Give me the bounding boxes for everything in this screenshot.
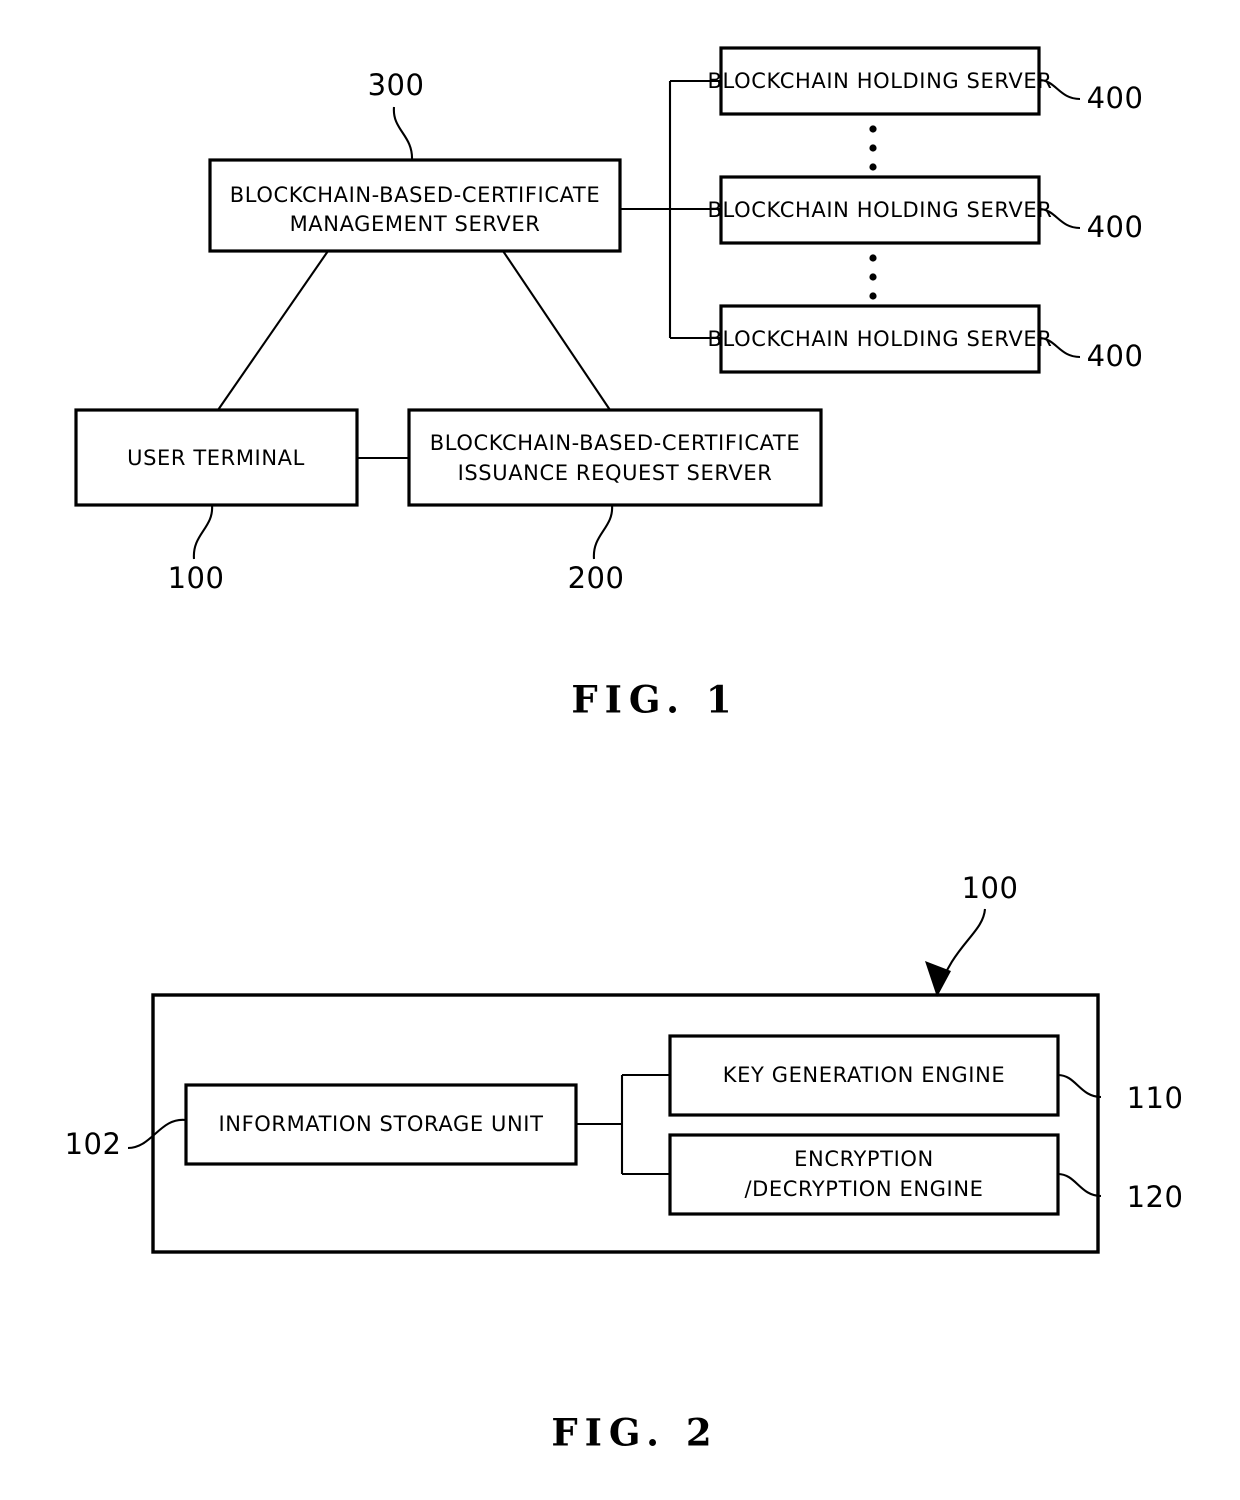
key-generation-engine-label: KEY GENERATION ENGINE (723, 1063, 1006, 1087)
ref-label-102: 102 (65, 1127, 122, 1161)
issuance-request-server-box[interactable] (407, 408, 823, 507)
patent-drawing-sheet: BLOCKCHAIN-BASED-CERTIFICATE MANAGEMENT … (0, 0, 1240, 1500)
figure-1-caption: FIG. 1 (571, 678, 738, 722)
blockchain-holding-server-label-3: BLOCKCHAIN HOLDING SERVER (708, 327, 1053, 351)
ref-label-400-3: 400 (1087, 339, 1144, 373)
vertical-ellipsis-lower (869, 254, 877, 300)
ref-label-300: 300 (368, 68, 425, 102)
management-server-label-line1: BLOCKCHAIN-BASED-CERTIFICATE (230, 183, 600, 207)
information-storage-unit-label: INFORMATION STORAGE UNIT (218, 1112, 543, 1136)
connector-management-to-user-terminal (217, 250, 329, 411)
ref-label-110: 110 (1127, 1081, 1184, 1115)
leader-line-200 (592, 504, 614, 560)
figure-2: 100 INFORMATION STORAGE UNIT 102 KEY GEN… (65, 871, 1184, 1455)
issuance-request-server-label-line2: ISSUANCE REQUEST SERVER (458, 461, 773, 485)
ref-label-400-1: 400 (1087, 81, 1144, 115)
ref-label-100-fig1: 100 (168, 561, 225, 595)
encryption-decryption-engine-label-line2: /DECRYPTION ENGINE (744, 1177, 983, 1201)
ref-label-100-fig2: 100 (962, 871, 1019, 905)
figures-canvas: BLOCKCHAIN-BASED-CERTIFICATE MANAGEMENT … (65, 46, 1184, 1455)
blockchain-holding-server-label-2: BLOCKCHAIN HOLDING SERVER (708, 198, 1053, 222)
connector-management-to-issuance-server (502, 250, 611, 411)
ref-label-200: 200 (568, 561, 625, 595)
leader-arrowhead-100 (925, 961, 951, 997)
ref-label-400-2: 400 (1087, 210, 1144, 244)
ref-label-120: 120 (1127, 1180, 1184, 1214)
leader-line-100-fig1 (192, 504, 214, 560)
user-terminal-label: USER TERMINAL (127, 446, 305, 470)
figure-2-caption: FIG. 2 (551, 1411, 718, 1455)
issuance-request-server-label-line1: BLOCKCHAIN-BASED-CERTIFICATE (430, 431, 800, 455)
encryption-decryption-engine-label-line1: ENCRYPTION (794, 1147, 934, 1171)
management-server-label-line2: MANAGEMENT SERVER (290, 212, 541, 236)
blockchain-holding-server-label-1: BLOCKCHAIN HOLDING SERVER (708, 69, 1053, 93)
vertical-ellipsis-upper (869, 125, 877, 171)
figure-1: BLOCKCHAIN-BASED-CERTIFICATE MANAGEMENT … (74, 46, 1144, 722)
leader-line-300 (392, 106, 414, 161)
